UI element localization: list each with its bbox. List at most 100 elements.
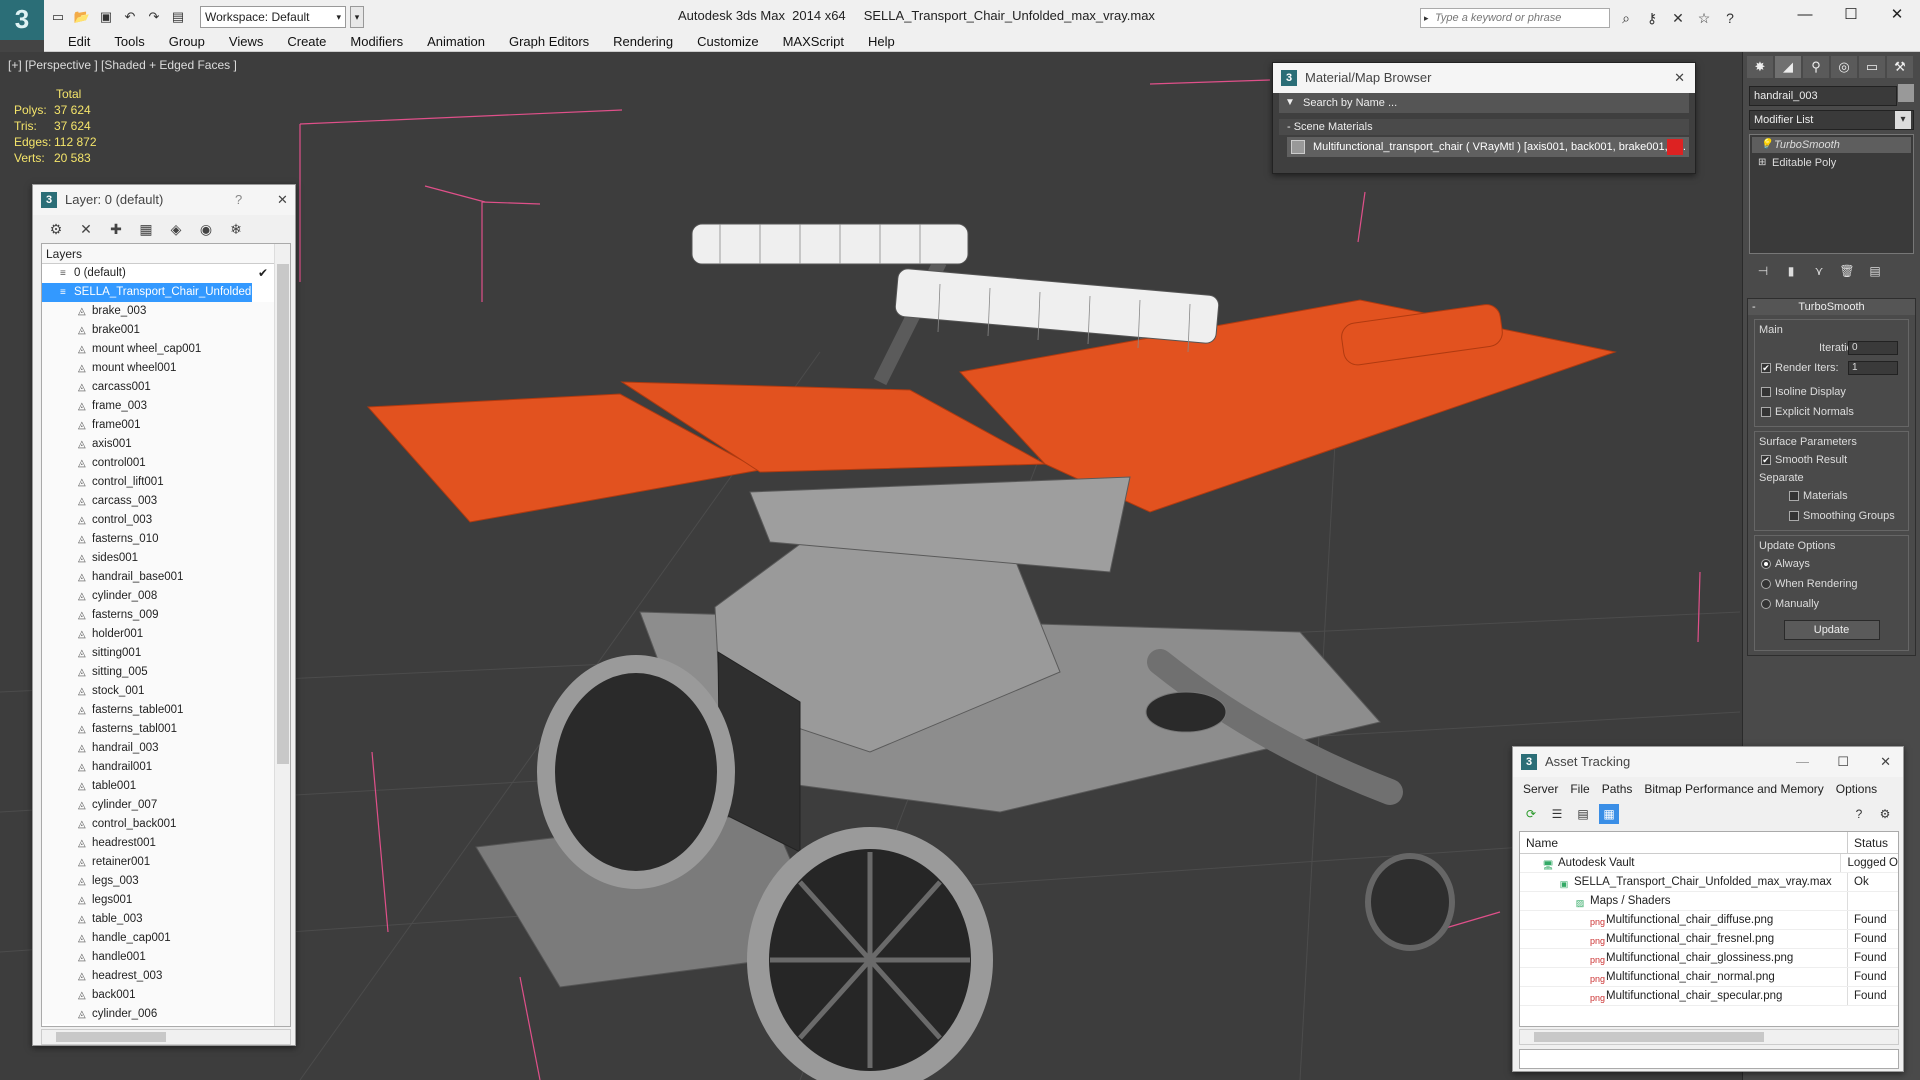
viewport-label[interactable]: [+] [Perspective ] [Shaded + Edged Faces… — [8, 58, 237, 72]
horizontal-scrollbar[interactable] — [41, 1029, 291, 1045]
material-browser-titlebar[interactable]: 3 Material/Map Browser ✕ — [1273, 63, 1695, 93]
delete-layer-icon[interactable]: ✕ — [73, 219, 99, 239]
layer-object-row[interactable]: ◬ legs001 — [42, 891, 290, 910]
menu-server[interactable]: Server — [1517, 777, 1564, 801]
menu-group[interactable]: Group — [157, 32, 217, 51]
asset-row[interactable]: pngMultifunctional_chair_fresnel.png Foun… — [1520, 930, 1898, 949]
menu-views[interactable]: Views — [217, 32, 275, 51]
maximize-icon[interactable]: ☐ — [1828, 0, 1874, 30]
layer-object-row[interactable]: ◬ frame_003 — [42, 397, 290, 416]
when-rendering-radio[interactable] — [1761, 579, 1771, 589]
help-icon[interactable]: ? — [1720, 8, 1740, 28]
scroll-thumb[interactable] — [1534, 1032, 1764, 1042]
menu-bitmap-performance[interactable]: Bitmap Performance and Memory — [1638, 777, 1829, 801]
layer-object-row[interactable]: ◬ handle001 — [42, 948, 290, 967]
show-end-result-icon[interactable]: ▮ — [1781, 264, 1801, 282]
menu-customize[interactable]: Customize — [685, 32, 770, 51]
layer-object-row[interactable]: ◬ mount wheel001 — [42, 359, 290, 378]
hide-layers-icon[interactable]: ◉ — [193, 219, 219, 239]
customize-toolbar-button[interactable]: ▾ — [350, 6, 364, 28]
layer-object-row[interactable]: ◬ fasterns_tabl001 — [42, 720, 290, 739]
layer-object-row[interactable]: ◬ headrest001 — [42, 834, 290, 853]
menu-file[interactable]: File — [1564, 777, 1595, 801]
menu-graph-editors[interactable]: Graph Editors — [497, 32, 601, 51]
layer-object-row[interactable]: ◬ axis001 — [42, 435, 290, 454]
undo-icon[interactable]: ↶ — [120, 7, 140, 27]
thumbnail-view-icon[interactable]: ▤ — [1573, 804, 1593, 824]
layer-object-row[interactable]: ◬ back001 — [42, 986, 290, 1005]
smooth-result-checkbox[interactable]: ✔ — [1761, 455, 1771, 465]
close-icon[interactable]: ✕ — [1880, 747, 1891, 777]
chevron-down-icon[interactable]: ▼ — [1285, 93, 1295, 113]
layer-object-row[interactable]: ◬ table_003 — [42, 910, 290, 929]
modifier-list-dropdown[interactable]: Modifier List ▾ — [1749, 110, 1914, 130]
maximize-icon[interactable]: ☐ — [1837, 747, 1849, 777]
key-icon[interactable]: ⚷ — [1642, 8, 1662, 28]
menu-animation[interactable]: Animation — [415, 32, 497, 51]
rollout-header[interactable]: - TurboSmooth — [1748, 299, 1915, 315]
layer-object-row[interactable]: ◬ control001 — [42, 454, 290, 473]
layer-object-row[interactable]: ◬ sides001 — [42, 549, 290, 568]
menu-help[interactable]: Help — [856, 32, 907, 51]
layer-object-row[interactable]: ◬ fasterns_table001 — [42, 701, 290, 720]
menu-options[interactable]: Options — [1830, 777, 1883, 801]
scroll-thumb[interactable] — [56, 1032, 166, 1042]
menu-edit[interactable]: Edit — [56, 32, 102, 51]
layer-object-row[interactable]: ◬ sitting001 — [42, 644, 290, 663]
remove-modifier-icon[interactable]: 🗑 — [1837, 264, 1857, 282]
layer-object-row[interactable]: ◬ fasterns_009 — [42, 606, 290, 625]
asset-tracking-titlebar[interactable]: 3 Asset Tracking — ☐ ✕ — [1513, 747, 1903, 777]
star-icon[interactable]: ☆ — [1694, 8, 1714, 28]
stack-item-turbosmooth[interactable]: 💡 TurboSmooth — [1752, 137, 1911, 153]
isoline-checkbox[interactable] — [1761, 387, 1771, 397]
minimize-icon[interactable]: — — [1782, 0, 1828, 30]
object-name-field[interactable]: handrail_003 — [1749, 86, 1897, 106]
stack-item-editable-poly[interactable]: ⊞ Editable Poly — [1750, 155, 1913, 171]
iterations-spinner[interactable]: 0 — [1848, 341, 1898, 355]
update-button[interactable]: Update — [1783, 620, 1880, 640]
menu-modifiers[interactable]: Modifiers — [338, 32, 415, 51]
materials-checkbox[interactable] — [1789, 491, 1799, 501]
exchange-icon[interactable]: ✕ — [1668, 8, 1688, 28]
workspace-dropdown[interactable]: Workspace: Default ▾ — [200, 6, 346, 28]
help-icon[interactable]: ? — [1849, 804, 1869, 824]
app-menu-button[interactable]: 3 — [0, 0, 44, 40]
close-icon[interactable]: ✕ — [277, 185, 288, 215]
asset-row[interactable]: pngMultifunctional_chair_specular.png Fou… — [1520, 987, 1898, 1006]
search-input[interactable]: ▸ Type a keyword or phrase — [1420, 8, 1610, 28]
close-icon[interactable]: ✕ — [1674, 63, 1685, 93]
layer-window-titlebar[interactable]: 3 Layer: 0 (default) ? ✕ — [33, 185, 295, 215]
menu-create[interactable]: Create — [275, 32, 338, 51]
layer-object-row[interactable]: ◬ handrail001 — [42, 758, 290, 777]
scroll-thumb[interactable] — [277, 264, 289, 764]
layer-object-row[interactable]: ◬ headrest_003 — [42, 967, 290, 986]
horizontal-scrollbar[interactable] — [1519, 1029, 1899, 1045]
status-column-header[interactable]: Status — [1848, 832, 1888, 853]
layer-object-row[interactable]: ◬ sitting_005 — [42, 663, 290, 682]
settings-icon[interactable]: ⚙ — [1875, 804, 1895, 824]
scene-materials-group[interactable]: - Scene Materials — [1279, 119, 1689, 135]
select-layer-icon[interactable]: ▦ — [133, 219, 159, 239]
list-view-icon[interactable]: ☰ — [1547, 804, 1567, 824]
asset-path-field[interactable] — [1519, 1049, 1899, 1069]
layer-object-row[interactable]: ◬ retainer001 — [42, 853, 290, 872]
table-view-icon[interactable]: ▦ — [1599, 804, 1619, 824]
layer-object-row[interactable]: ◬ control_lift001 — [42, 473, 290, 492]
layer-object-row[interactable]: ◬ frame001 — [42, 416, 290, 435]
modify-tab-icon[interactable]: ◢ — [1775, 56, 1801, 78]
object-color-swatch[interactable] — [1898, 84, 1914, 102]
explicit-normals-checkbox[interactable] — [1761, 407, 1771, 417]
hierarchy-tab-icon[interactable]: ⚲ — [1803, 56, 1829, 78]
binoculars-icon[interactable]: ⌕ — [1616, 8, 1636, 28]
layer-object-row[interactable]: ◬ stock_001 — [42, 682, 290, 701]
layer-object-row[interactable]: ◬ control_003 — [42, 511, 290, 530]
layer-object-row[interactable]: ◬ cylinder_006 — [42, 1005, 290, 1024]
configure-sets-icon[interactable]: ▤ — [1865, 264, 1885, 282]
menu-maxscript[interactable]: MAXScript — [771, 32, 856, 51]
asset-row[interactable]: pngMultifunctional_chair_glossiness.png F… — [1520, 949, 1898, 968]
layer-object-row[interactable]: ◬ mount wheel_cap001 — [42, 340, 290, 359]
asset-row[interactable]: 🖥 Autodesk Vault Logged O — [1520, 854, 1898, 873]
layer-object-row[interactable]: ◬ control_back001 — [42, 815, 290, 834]
layer-object-row[interactable]: ◬ table001 — [42, 777, 290, 796]
material-search-input[interactable]: ▼ Search by Name ... — [1279, 93, 1689, 113]
